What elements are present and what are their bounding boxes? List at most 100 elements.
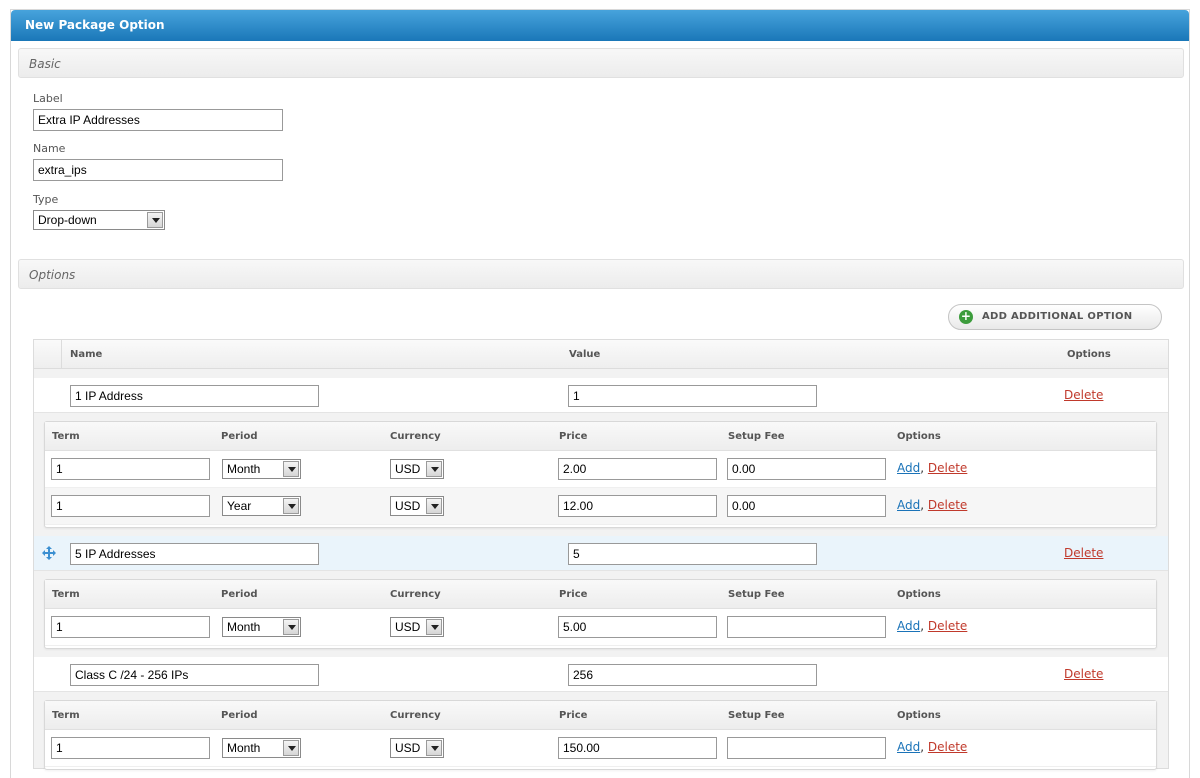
chevron-down-icon[interactable] <box>147 212 163 228</box>
col-term-header: Term <box>52 710 80 721</box>
currency-select[interactable]: USD <box>390 617 444 637</box>
period-select-value: Month <box>227 741 261 755</box>
add-additional-option-button[interactable]: + ADD ADDITIONAL OPTION <box>948 304 1162 330</box>
setup-fee-input[interactable]: 0.00 <box>727 458 886 480</box>
chevron-down-icon[interactable] <box>426 461 442 477</box>
currency-select-value: USD <box>395 620 421 634</box>
delete-pricing-link[interactable]: Delete <box>928 461 967 475</box>
option-value-input[interactable]: 256 <box>568 664 817 686</box>
delete-pricing-link[interactable]: Delete <box>928 740 967 754</box>
col-price-header: Price <box>559 589 588 600</box>
pricing-table-header: Term Period Currency Price Setup Fee Opt… <box>45 701 1156 730</box>
col-name-header: Name <box>70 349 103 360</box>
plus-circle-icon: + <box>959 309 973 324</box>
link-separator: , <box>920 619 925 633</box>
col-period-header: Period <box>221 589 258 600</box>
delete-pricing-link[interactable]: Delete <box>928 619 967 633</box>
col-setup-fee-header: Setup Fee <box>728 589 785 600</box>
option-name-input[interactable]: 5 IP Addresses <box>70 543 319 565</box>
price-input[interactable]: 12.00 <box>558 495 717 517</box>
delete-option-link[interactable]: Delete <box>1064 546 1103 560</box>
setup-fee-input[interactable]: 0.00 <box>727 495 886 517</box>
label-input[interactable]: Extra IP Addresses <box>33 109 283 131</box>
term-input[interactable]: 1 <box>51 616 210 638</box>
options-section-heading: Options <box>18 259 1184 289</box>
col-setup-fee-header: Setup Fee <box>728 431 785 442</box>
option-value-input[interactable]: 1 <box>568 385 817 407</box>
period-select-value: Month <box>227 620 261 634</box>
add-pricing-link[interactable]: Add <box>897 619 920 633</box>
package-option-panel: New Package Option Basic Label Extra IP … <box>10 9 1190 778</box>
panel-title: New Package Option <box>11 10 1189 41</box>
delete-option-link[interactable]: Delete <box>1064 388 1103 402</box>
pricing-row-actions: Add, Delete <box>897 740 967 754</box>
col-currency-header: Currency <box>390 589 441 600</box>
link-separator: , <box>920 461 925 475</box>
pricing-table: Term Period Currency Price Setup Fee Opt… <box>44 579 1157 649</box>
move-icon[interactable] <box>42 546 56 560</box>
link-separator: , <box>920 740 925 754</box>
term-input[interactable]: 1 <box>51 495 210 517</box>
delete-option-link[interactable]: Delete <box>1064 667 1103 681</box>
type-select[interactable]: Drop-down <box>33 210 165 230</box>
add-additional-option-label: ADD ADDITIONAL OPTION <box>982 311 1133 322</box>
currency-select[interactable]: USD <box>390 459 444 479</box>
option-row[interactable]: 5 IP Addresses 5 Delete <box>34 536 1168 571</box>
col-setup-fee-header: Setup Fee <box>728 710 785 721</box>
setup-fee-input[interactable] <box>727 616 886 638</box>
setup-fee-input[interactable] <box>727 737 886 759</box>
price-input[interactable]: 5.00 <box>558 616 717 638</box>
chevron-down-icon[interactable] <box>426 740 442 756</box>
pricing-table-header: Term Period Currency Price Setup Fee Opt… <box>45 422 1156 451</box>
period-select[interactable]: Month <box>222 617 301 637</box>
chevron-down-icon[interactable] <box>283 619 299 635</box>
add-pricing-link[interactable]: Add <box>897 461 920 475</box>
period-select-value: Year <box>227 499 252 513</box>
pricing-table-header: Term Period Currency Price Setup Fee Opt… <box>45 580 1156 609</box>
chevron-down-icon[interactable] <box>283 461 299 477</box>
price-input[interactable]: 2.00 <box>558 458 717 480</box>
term-input[interactable]: 1 <box>51 737 210 759</box>
period-select[interactable]: Year <box>222 496 301 516</box>
delete-pricing-link[interactable]: Delete <box>928 498 967 512</box>
name-field-label: Name <box>33 142 66 155</box>
col-options-header: Options <box>1067 349 1111 360</box>
col-period-header: Period <box>221 710 258 721</box>
period-select-value: Month <box>227 462 261 476</box>
chevron-down-icon[interactable] <box>283 740 299 756</box>
options-table: Name Value Options 1 IP Address 1 Delete… <box>33 339 1169 770</box>
currency-select[interactable]: USD <box>390 738 444 758</box>
options-table-header: Name Value Options <box>34 340 1168 369</box>
type-select-value: Drop-down <box>38 213 97 227</box>
col-options-header: Options <box>897 431 941 442</box>
pricing-row-actions: Add, Delete <box>897 619 967 633</box>
chevron-down-icon[interactable] <box>283 498 299 514</box>
chevron-down-icon[interactable] <box>426 619 442 635</box>
period-select[interactable]: Month <box>222 738 301 758</box>
chevron-down-icon[interactable] <box>426 498 442 514</box>
pricing-row: 1 Month USD 2.00 0.00 Add, Delete <box>45 451 1156 488</box>
currency-select-value: USD <box>395 462 421 476</box>
col-currency-header: Currency <box>390 710 441 721</box>
period-select[interactable]: Month <box>222 459 301 479</box>
option-name-input[interactable]: Class C /24 - 256 IPs <box>70 664 319 686</box>
type-field-label: Type <box>33 193 59 206</box>
add-pricing-link[interactable]: Add <box>897 498 920 512</box>
term-input[interactable]: 1 <box>51 458 210 480</box>
price-input[interactable]: 150.00 <box>558 737 717 759</box>
pricing-table: Term Period Currency Price Setup Fee Opt… <box>44 700 1157 770</box>
option-row[interactable]: Class C /24 - 256 IPs 256 Delete <box>34 657 1168 692</box>
basic-section-heading: Basic <box>18 48 1184 78</box>
col-options-header: Options <box>897 589 941 600</box>
pricing-row: 1 Month USD 5.00 Add, Delete <box>45 609 1156 646</box>
add-pricing-link[interactable]: Add <box>897 740 920 754</box>
link-separator: , <box>920 498 925 512</box>
pricing-row: 1 Month USD 150.00 Add, Delete <box>45 730 1156 767</box>
name-input[interactable]: extra_ips <box>33 159 283 181</box>
pricing-row-actions: Add, Delete <box>897 498 967 512</box>
option-row[interactable]: 1 IP Address 1 Delete <box>34 378 1168 413</box>
pricing-table: Term Period Currency Price Setup Fee Opt… <box>44 421 1157 528</box>
option-value-input[interactable]: 5 <box>568 543 817 565</box>
option-name-input[interactable]: 1 IP Address <box>70 385 319 407</box>
currency-select[interactable]: USD <box>390 496 444 516</box>
